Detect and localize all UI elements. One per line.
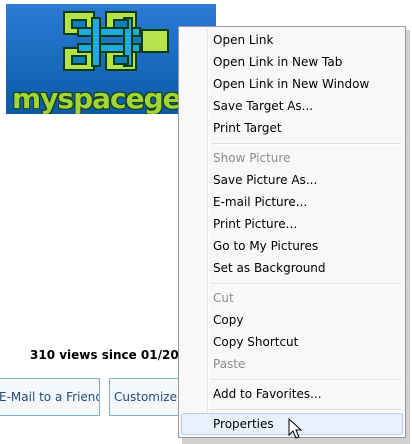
menu-item-go-to-my-pictures[interactable]: Go to My Pictures: [181, 235, 403, 257]
context-menu: Open Link Open Link in New Tab Open Link…: [178, 26, 406, 438]
mouse-pointer-icon: [288, 418, 303, 439]
customize-button[interactable]: Customize: [109, 378, 189, 416]
menu-item-open-link-new-window[interactable]: Open Link in New Window: [181, 73, 403, 95]
menu-item-print-picture[interactable]: Print Picture...: [181, 213, 403, 235]
menu-separator: [211, 379, 401, 381]
menu-item-cut: Cut: [213, 291, 234, 305]
banner-logo-text: myspacegen: [12, 82, 201, 114]
menu-item-set-as-background[interactable]: Set as Background: [181, 257, 403, 279]
menu-item-save-target-as[interactable]: Save Target As...: [181, 95, 403, 117]
menu-item-copy-shortcut[interactable]: Copy Shortcut: [181, 331, 403, 353]
menu-item-open-link-new-tab[interactable]: Open Link in New Tab: [181, 51, 403, 73]
view-counter: 310 views since 01/20: [30, 348, 179, 362]
menu-separator: [211, 143, 401, 145]
menu-separator: [211, 283, 401, 285]
menu-item-open-link[interactable]: Open Link: [181, 29, 403, 51]
menu-item-print-target[interactable]: Print Target: [181, 117, 403, 139]
menu-separator: [211, 409, 401, 411]
menu-item-add-to-favorites[interactable]: Add to Favorites...: [181, 383, 403, 405]
email-friend-button[interactable]: E-Mail to a Friend: [0, 378, 100, 416]
menu-item-paste: Paste: [213, 357, 246, 371]
menu-item-copy[interactable]: Copy: [181, 309, 403, 331]
menu-item-email-picture[interactable]: E-mail Picture...: [181, 191, 403, 213]
menu-item-show-picture: Show Picture: [213, 151, 291, 165]
menu-item-save-picture-as[interactable]: Save Picture As...: [181, 169, 403, 191]
